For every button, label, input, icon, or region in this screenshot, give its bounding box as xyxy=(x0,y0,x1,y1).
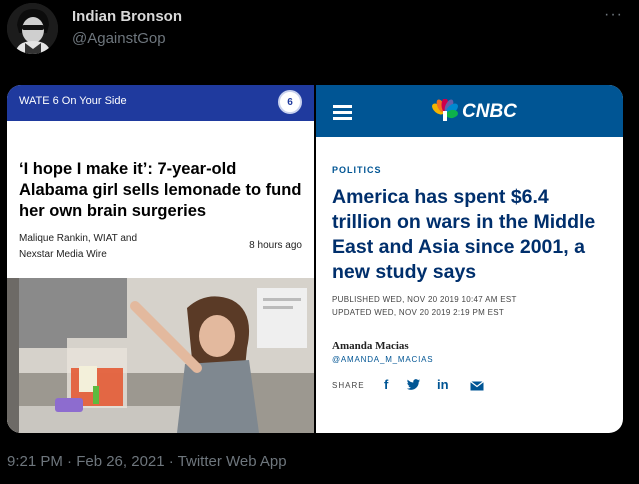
twitter-icon[interactable] xyxy=(406,379,421,391)
wate-outlet-label: WATE 6 On Your Side xyxy=(19,95,127,107)
wate-logo-icon: 6 xyxy=(278,90,302,114)
headline-line: new study says xyxy=(332,261,477,283)
kitchen-photo xyxy=(7,278,314,433)
cnbc-wordmark: CNBC xyxy=(462,101,517,122)
avatar-image xyxy=(7,3,58,54)
more-icon[interactable]: ··· xyxy=(604,6,623,24)
peacock-icon xyxy=(432,99,458,121)
published-date: PUBLISHED WED, NOV 20 2019 10:47 AM EST xyxy=(332,295,517,304)
email-icon[interactable] xyxy=(470,381,484,391)
wate-time: 8 hours ago xyxy=(249,240,302,251)
section-tag: POLITICS xyxy=(332,165,382,175)
share-label: SHARE xyxy=(332,381,365,390)
cnbc-author-handle: @AMANDA_M_MACIAS xyxy=(332,355,434,364)
cnbc-author: Amanda Macias xyxy=(332,340,409,352)
cnbc-header-bar: CNBC xyxy=(316,85,623,137)
cnbc-headline: America has spent $6.4 trillion on wars … xyxy=(332,185,623,285)
wate-article-image[interactable]: WATE 6 On Your Side 6 ‘I hope I make it’… xyxy=(7,85,314,433)
headline-line: America has spent $6.4 xyxy=(332,186,549,208)
tweet-media[interactable]: WATE 6 On Your Side 6 ‘I hope I make it’… xyxy=(7,85,623,433)
cnbc-article-image[interactable]: CNBC POLITICS America has spent $6.4 tri… xyxy=(316,85,623,433)
wate-header-bar: WATE 6 On Your Side 6 xyxy=(7,85,314,121)
facebook-icon[interactable]: f xyxy=(384,377,388,392)
avatar[interactable] xyxy=(7,3,58,54)
author-handle[interactable]: @AgainstGop xyxy=(72,30,166,47)
menu-icon[interactable] xyxy=(333,105,352,120)
linkedin-icon[interactable]: in xyxy=(437,377,449,392)
tweet-timestamp[interactable]: 9:21 PM · Feb 26, 2021 · Twitter Web App xyxy=(7,453,287,470)
wate-headline: ‘I hope I make it’: 7-year-old Alabama g… xyxy=(19,160,302,220)
headline-line: East and Asia since 2001, a xyxy=(332,236,585,258)
updated-date: UPDATED WED, NOV 20 2019 2:19 PM EST xyxy=(332,308,505,317)
wate-byline: Malique Rankin, WIAT and Nexstar Media W… xyxy=(19,233,138,260)
headline-line: trillion on wars in the Middle xyxy=(332,211,596,233)
author-name[interactable]: Indian Bronson xyxy=(72,8,182,25)
